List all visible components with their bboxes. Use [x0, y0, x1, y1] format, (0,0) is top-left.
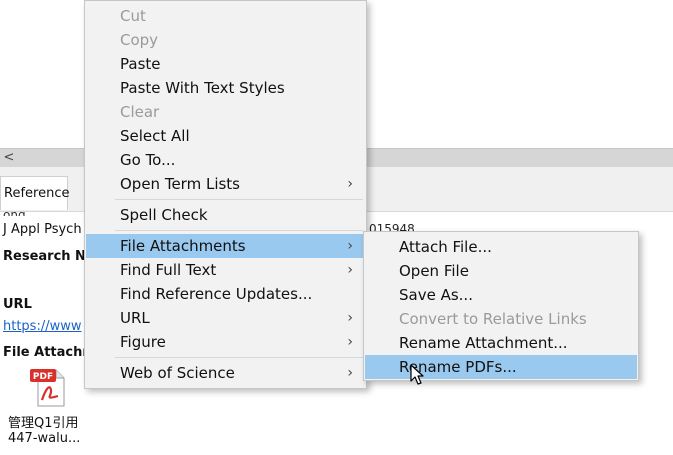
- attachment-name-line1: 管理Q1引用: [8, 416, 79, 431]
- submenu-item-attach-file[interactable]: Attach File...: [365, 235, 637, 259]
- svg-text:PDF: PDF: [33, 372, 53, 382]
- url-link[interactable]: https://www: [3, 319, 82, 334]
- chevron-right-icon: ›: [347, 365, 353, 381]
- menu-separator: [115, 357, 363, 358]
- partial-text-line: ong: [3, 208, 26, 216]
- menu-item-clear[interactable]: Clear: [86, 100, 365, 124]
- menu-item-paste[interactable]: Paste: [86, 52, 365, 76]
- submenu-item-rename-pdfs[interactable]: Rename PDFs...: [365, 355, 637, 379]
- menu-item-open-term-lists[interactable]: Open Term Lists ›: [86, 172, 365, 196]
- menu-item-label: Find Full Text: [120, 261, 217, 279]
- chevron-right-icon: ›: [347, 262, 353, 278]
- file-attachments-label: File Attachm: [3, 345, 96, 360]
- chevron-right-icon: ›: [347, 310, 353, 326]
- menu-item-url[interactable]: URL ›: [86, 306, 365, 330]
- submenu-item-convert-relative-links[interactable]: Convert to Relative Links: [365, 307, 637, 331]
- submenu-item-save-as[interactable]: Save As...: [365, 283, 637, 307]
- menu-item-select-all[interactable]: Select All: [86, 124, 365, 148]
- journal-line: J Appl Psych: [3, 222, 82, 237]
- menu-item-figure[interactable]: Figure ›: [86, 330, 365, 354]
- file-attachments-submenu: Attach File... Open File Save As... Conv…: [363, 231, 639, 381]
- url-label: URL: [3, 297, 32, 312]
- context-menu: Cut Copy Paste Paste With Text Styles Cl…: [84, 0, 367, 389]
- menu-item-cut[interactable]: Cut: [86, 4, 365, 28]
- menu-item-web-of-science[interactable]: Web of Science ›: [86, 361, 365, 385]
- menu-item-find-reference-updates[interactable]: Find Reference Updates...: [86, 282, 365, 306]
- menu-item-file-attachments[interactable]: File Attachments ›: [86, 234, 365, 258]
- menu-item-label: File Attachments: [120, 237, 246, 255]
- menu-item-find-full-text[interactable]: Find Full Text ›: [86, 258, 365, 282]
- menu-separator: [115, 199, 363, 200]
- menu-separator: [115, 230, 363, 231]
- menu-item-label: Open Term Lists: [120, 175, 240, 193]
- submenu-item-rename-attachment[interactable]: Rename Attachment...: [365, 331, 637, 355]
- menu-item-go-to[interactable]: Go To...: [86, 148, 365, 172]
- chevron-right-icon: ›: [347, 238, 353, 254]
- menu-item-paste-with-text-styles[interactable]: Paste With Text Styles: [86, 76, 365, 100]
- research-notes-label: Research N: [3, 249, 86, 264]
- menu-item-label: URL: [120, 309, 150, 327]
- scroll-left-arrow-icon[interactable]: <: [2, 149, 16, 167]
- submenu-item-open-file[interactable]: Open File: [365, 259, 637, 283]
- attachment-name-line2: 447-walu...: [8, 431, 81, 446]
- mouse-pointer-icon: [410, 364, 426, 386]
- chevron-right-icon: ›: [347, 334, 353, 350]
- tab-reference[interactable]: Reference: [0, 176, 69, 210]
- menu-item-label: Figure: [120, 333, 166, 351]
- menu-item-spell-check[interactable]: Spell Check: [86, 203, 365, 227]
- adobe-pdf-file-icon[interactable]: PDF: [28, 366, 70, 408]
- menu-item-label: Web of Science: [120, 364, 235, 382]
- chevron-right-icon: ›: [347, 176, 353, 192]
- menu-item-copy[interactable]: Copy: [86, 28, 365, 52]
